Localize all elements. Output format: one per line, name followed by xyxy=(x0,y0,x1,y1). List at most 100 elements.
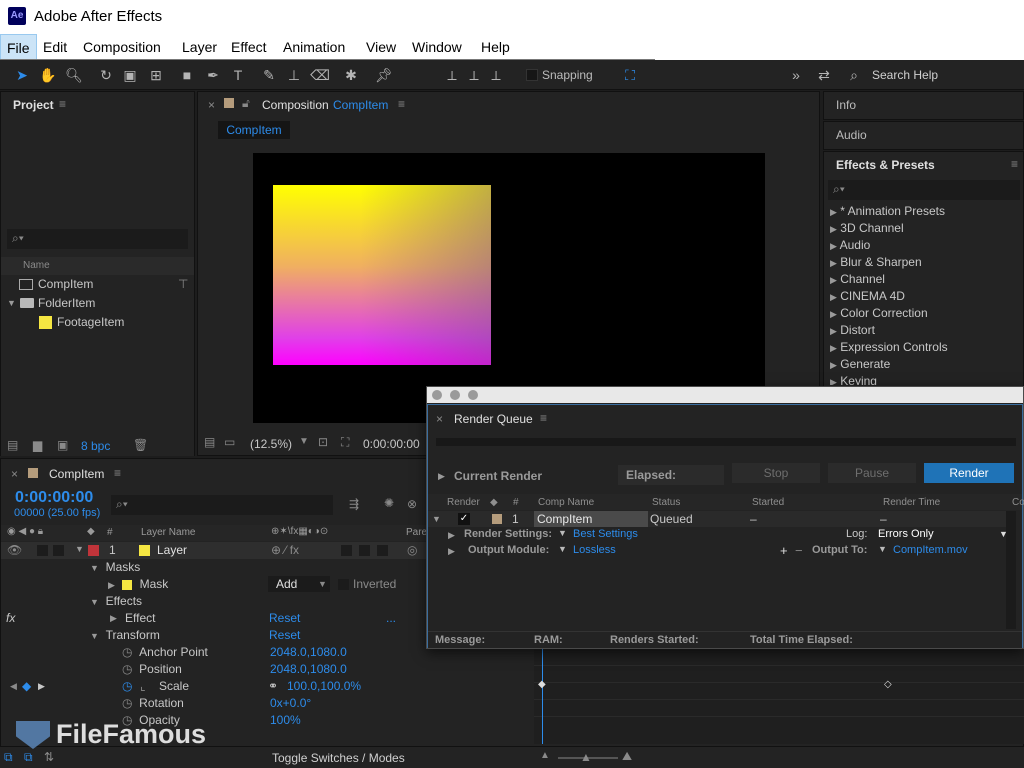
solo-switch[interactable] xyxy=(37,545,48,556)
in-out-toggle-icon[interactable]: ⇅ xyxy=(44,750,54,764)
audio-panel-title[interactable]: Audio xyxy=(836,128,867,142)
stopwatch-icon[interactable]: ◷ xyxy=(122,662,132,676)
property-row[interactable]: ◷ Anchor Point 2048.0,1080.0 xyxy=(122,644,422,661)
next-keyframe-icon[interactable]: ▶ xyxy=(38,678,45,695)
brush-tool-icon[interactable]: ✎ xyxy=(259,65,279,85)
flowchart-icon[interactable]: ⊤ xyxy=(178,276,188,293)
property-value[interactable]: 2048.0,1080.0 xyxy=(270,644,347,661)
snapping-checkbox[interactable] xyxy=(526,69,538,81)
comp-timecode[interactable]: 0:00:00:00 xyxy=(363,437,420,451)
interpret-footage-icon[interactable]: ▤ xyxy=(7,438,18,452)
stopwatch-icon[interactable]: ◷ xyxy=(122,696,132,710)
effects-category[interactable]: ▶ Generate xyxy=(830,356,890,373)
adjustment-switch[interactable] xyxy=(359,545,370,556)
monitor-icon[interactable]: ▭ xyxy=(224,435,235,449)
sync-settings-icon[interactable]: ⇄ xyxy=(814,65,834,85)
chevron-down-icon[interactable]: ▼ xyxy=(299,436,309,447)
parent-pickwhip-icon[interactable]: ◎ xyxy=(407,543,417,557)
rotate-tool-icon[interactable]: ↻ xyxy=(96,65,116,85)
expand-triangle-icon[interactable]: ▼ xyxy=(432,514,441,524)
hand-tool-icon[interactable]: ✋ xyxy=(38,65,58,85)
expand-triangle-icon[interactable]: ▶ xyxy=(438,471,445,482)
effects-category[interactable]: ▶ * Animation Presets xyxy=(830,203,945,220)
output-file-link[interactable]: CompItem.mov xyxy=(893,544,968,556)
clone-stamp-tool-icon[interactable]: ⊥ xyxy=(284,65,304,85)
render-comp-name[interactable]: CompItem xyxy=(534,511,648,527)
effects-category[interactable]: ▶ 3D Channel xyxy=(830,220,904,237)
project-panel-title[interactable]: Project xyxy=(13,98,54,112)
more-options-link[interactable]: ... xyxy=(386,610,396,627)
mask-color-swatch[interactable] xyxy=(122,579,133,590)
project-search-input[interactable]: ⌕▾ xyxy=(7,229,188,249)
new-folder-icon[interactable]: ▆ xyxy=(33,438,42,452)
close-window-icon[interactable] xyxy=(432,390,442,400)
add-output-module-icon[interactable]: + xyxy=(780,543,788,558)
layer-switches-icon[interactable]: ⊕ ⁄ fx xyxy=(271,543,299,557)
render-checkbox[interactable]: ✓ xyxy=(458,513,470,525)
render-time-column-header[interactable]: Render Time xyxy=(883,497,940,508)
type-tool-icon[interactable]: T xyxy=(228,65,248,85)
zoom-out-icon[interactable]: ▲ xyxy=(540,750,550,761)
menu-animation[interactable]: Animation xyxy=(277,34,351,60)
property-group[interactable]: ▼ Masks xyxy=(90,559,140,576)
remove-output-module-icon[interactable]: − xyxy=(795,543,803,558)
expand-triangle-icon[interactable]: ▶ xyxy=(108,580,115,590)
menu-layer[interactable]: Layer xyxy=(176,34,223,60)
started-column-header[interactable]: Started xyxy=(752,497,784,508)
layer-row[interactable]: 👁︎ ▼ 1 Layer ⊕ ⁄ fx ◎ xyxy=(1,542,426,559)
layer-name-header[interactable]: Layer Name xyxy=(141,527,195,538)
av-switches-icon[interactable]: ◉ ◀ ● 🔒︎ xyxy=(7,526,43,537)
tag-icon[interactable]: ◆ xyxy=(490,497,498,508)
property-row[interactable]: ◷ Rotation 0x+0.0° xyxy=(122,695,422,712)
effects-presets-title[interactable]: Effects & Presets xyxy=(836,158,935,172)
menu-file[interactable]: File xyxy=(0,34,37,60)
parent-column-header[interactable]: Pare xyxy=(406,527,427,538)
puppet-pin-tool-icon[interactable]: 📌︎ xyxy=(374,65,394,85)
menu-edit[interactable]: Edit xyxy=(37,34,73,60)
timeline-track-area[interactable]: ◆ ◇ xyxy=(534,648,1024,744)
zoom-slider-handle[interactable]: ▲ xyxy=(580,750,592,764)
effects-search-input[interactable]: ⌕▾ xyxy=(828,180,1020,200)
eraser-tool-icon[interactable]: ⌫ xyxy=(310,65,330,85)
status-column-header[interactable]: Status xyxy=(652,497,680,508)
minimize-window-icon[interactable] xyxy=(450,390,460,400)
current-time-indicator[interactable] xyxy=(542,648,543,744)
close-icon[interactable]: × xyxy=(208,98,215,112)
menu-view[interactable]: View xyxy=(360,34,402,60)
reset-link[interactable]: Reset xyxy=(269,610,300,627)
render-column-header[interactable]: Render xyxy=(447,497,480,508)
effects-category[interactable]: ▶ Channel xyxy=(830,271,885,288)
toggle-switches-modes-button[interactable]: Toggle Switches / Modes xyxy=(272,751,405,765)
effects-category[interactable]: ▶ Expression Controls xyxy=(830,339,948,356)
new-composition-icon[interactable]: ▣ xyxy=(57,438,68,452)
comp-flowchart-icon[interactable]: ⇶ xyxy=(349,497,359,511)
expand-triangle-icon[interactable]: ▶ xyxy=(448,530,455,541)
layer-label-color[interactable] xyxy=(88,545,99,556)
motion-blur-switch[interactable] xyxy=(341,545,352,556)
output-module-link[interactable]: Lossless xyxy=(573,544,616,556)
property-value[interactable]: 100% xyxy=(270,712,301,729)
menu-help[interactable]: Help xyxy=(475,34,516,60)
effects-category[interactable]: ▶ CINEMA 4D xyxy=(830,288,905,305)
rectangle-tool-icon[interactable]: ■ xyxy=(177,65,197,85)
expand-triangle-icon[interactable]: ▼ xyxy=(90,597,99,607)
chevron-down-icon[interactable]: ▼ xyxy=(558,528,567,538)
keyframe-icon[interactable]: ◆ xyxy=(538,679,546,690)
pan-behind-tool-icon[interactable]: ⊞ xyxy=(146,65,166,85)
comment-column-header[interactable]: Co xyxy=(1012,497,1024,508)
constrain-proportions-icon[interactable]: ⚭ xyxy=(268,678,278,695)
effects-category[interactable]: ▶ Audio xyxy=(830,237,870,254)
property-value[interactable]: 2048.0,1080.0 xyxy=(270,661,347,678)
number-column-header[interactable]: # xyxy=(107,527,113,538)
zoom-in-icon[interactable]: ⛰ xyxy=(622,749,632,764)
fx-icon[interactable]: fx xyxy=(6,610,15,627)
graph-icon[interactable]: ⌞ xyxy=(140,678,146,695)
log-select[interactable]: Errors Only xyxy=(878,528,934,540)
property-row[interactable]: ◀ ◆ ▶ ◷ ⌞ Scale ⚭ 100.0,100.0% xyxy=(10,678,430,695)
lock-icon[interactable]: 🔓︎ xyxy=(242,96,250,111)
project-item[interactable]: ▼ FolderItem xyxy=(1,295,194,312)
search-help-icon[interactable]: ⌕ xyxy=(844,65,864,85)
roto-brush-tool-icon[interactable]: ✱ xyxy=(341,65,361,85)
property-group[interactable]: ▼ Transform Reset xyxy=(90,627,420,644)
shy-layers-icon[interactable]: ⊗ xyxy=(407,497,417,511)
